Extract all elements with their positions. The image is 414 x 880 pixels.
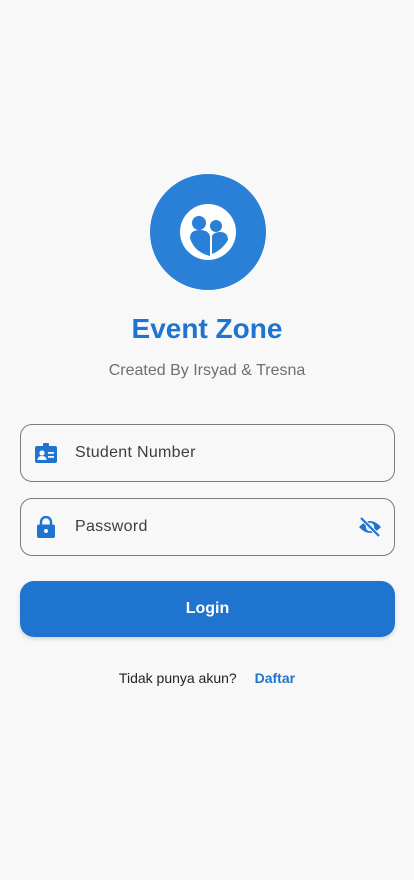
app-subtitle: Created By Irsyad & Tresna (108, 362, 306, 379)
signup-row: Tidak punya akun? Daftar (0, 670, 414, 686)
password-input[interactable] (75, 499, 346, 555)
signup-prompt: Tidak punya akun? (118, 670, 237, 686)
login-button[interactable]: Login (20, 581, 395, 637)
app-title: Event Zone (131, 313, 283, 344)
student-number-field[interactable] (20, 424, 395, 482)
student-number-input[interactable] (75, 425, 346, 481)
lock-icon (35, 516, 57, 538)
badge-icon (35, 442, 57, 464)
login-screen: Event Zone Created By Irsyad & Tresna St… (0, 0, 414, 880)
password-field[interactable] (20, 498, 395, 556)
app-logo (150, 174, 266, 290)
signup-link[interactable]: Daftar (255, 670, 295, 686)
group-icon (180, 204, 236, 260)
visibility-off-icon[interactable] (358, 515, 382, 539)
